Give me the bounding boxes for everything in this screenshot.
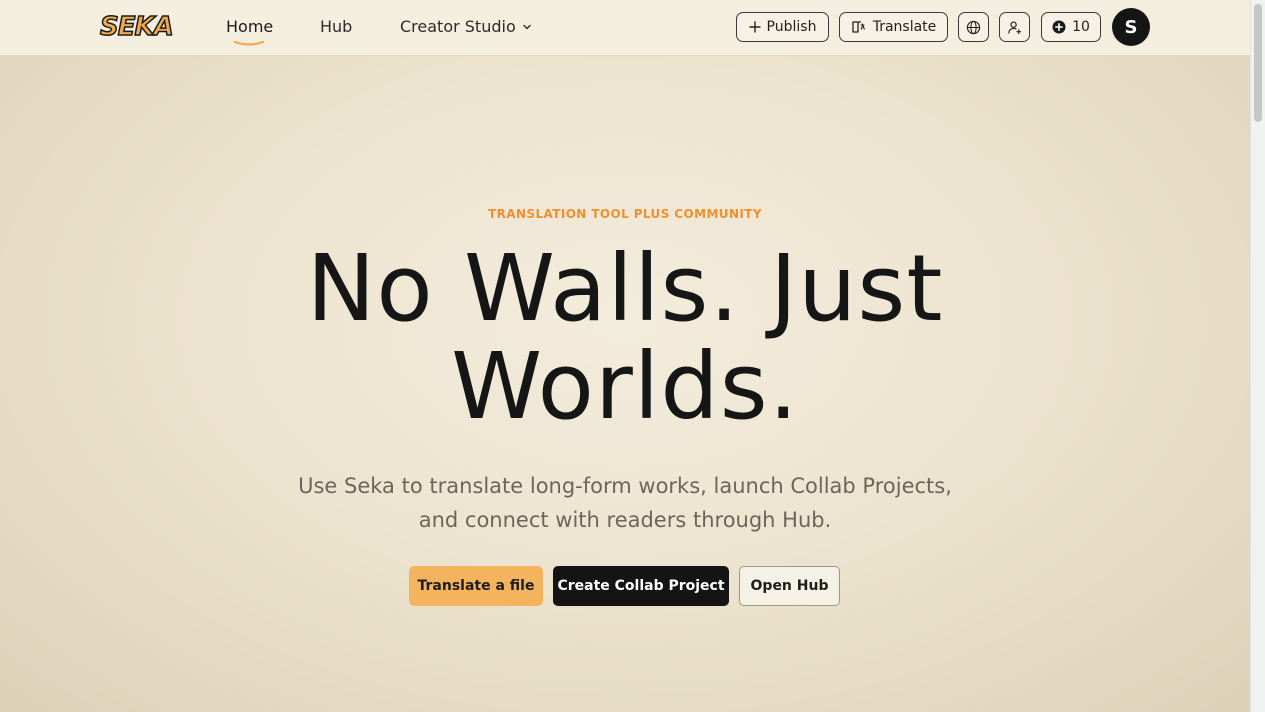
plus-circle-icon [1052, 20, 1066, 34]
open-hub-button[interactable]: Open Hub [739, 566, 840, 606]
hero-headline-line2: Worlds. [451, 333, 799, 440]
user-add-icon [1008, 21, 1022, 34]
globe-icon [966, 20, 981, 34]
plus-icon [748, 21, 761, 33]
translate-button[interactable]: Translate [839, 12, 948, 42]
book-translate-icon [852, 21, 865, 33]
nav-home[interactable]: Home [226, 17, 274, 46]
vertical-scrollbar[interactable] [1250, 0, 1265, 712]
create-collab-project-button[interactable]: Create Collab Project [553, 566, 729, 606]
hero-headline: No Walls. Just Worlds. [0, 240, 1250, 436]
scrollbar-thumb[interactable] [1254, 4, 1262, 122]
chevron-down-icon [523, 24, 531, 29]
user-avatar[interactable]: S [1112, 8, 1150, 46]
seka-logo[interactable]: SEKA [99, 10, 174, 44]
hero-headline-line1: No Walls. Just [306, 235, 944, 342]
page: SEKA Home Hub Creator Studio Publish Tra… [0, 0, 1250, 712]
active-underline-icon [234, 40, 264, 46]
nav-hub[interactable]: Hub [320, 17, 352, 36]
nav-hub-label: Hub [320, 17, 353, 36]
publish-button[interactable]: Publish [736, 12, 829, 42]
credits-button[interactable]: 10 [1041, 12, 1101, 42]
nav-creator-studio-label: Creator Studio [400, 17, 516, 36]
publish-label: Publish [766, 19, 817, 35]
top-navigation-bar: SEKA Home Hub Creator Studio Publish Tra… [0, 0, 1250, 56]
nav-home-label: Home [226, 17, 274, 36]
translate-label: Translate [872, 19, 937, 35]
credits-count: 10 [1072, 19, 1090, 35]
hero-description: Use Seka to translate long-form works, l… [298, 474, 952, 532]
nav-creator-studio[interactable]: Creator Studio [400, 17, 532, 36]
language-button[interactable] [958, 12, 989, 42]
translate-file-button[interactable]: Translate a file [409, 566, 543, 606]
add-user-button[interactable] [999, 12, 1030, 42]
hero-eyebrow: TRANSLATION TOOL PLUS COMMUNITY [488, 207, 762, 221]
